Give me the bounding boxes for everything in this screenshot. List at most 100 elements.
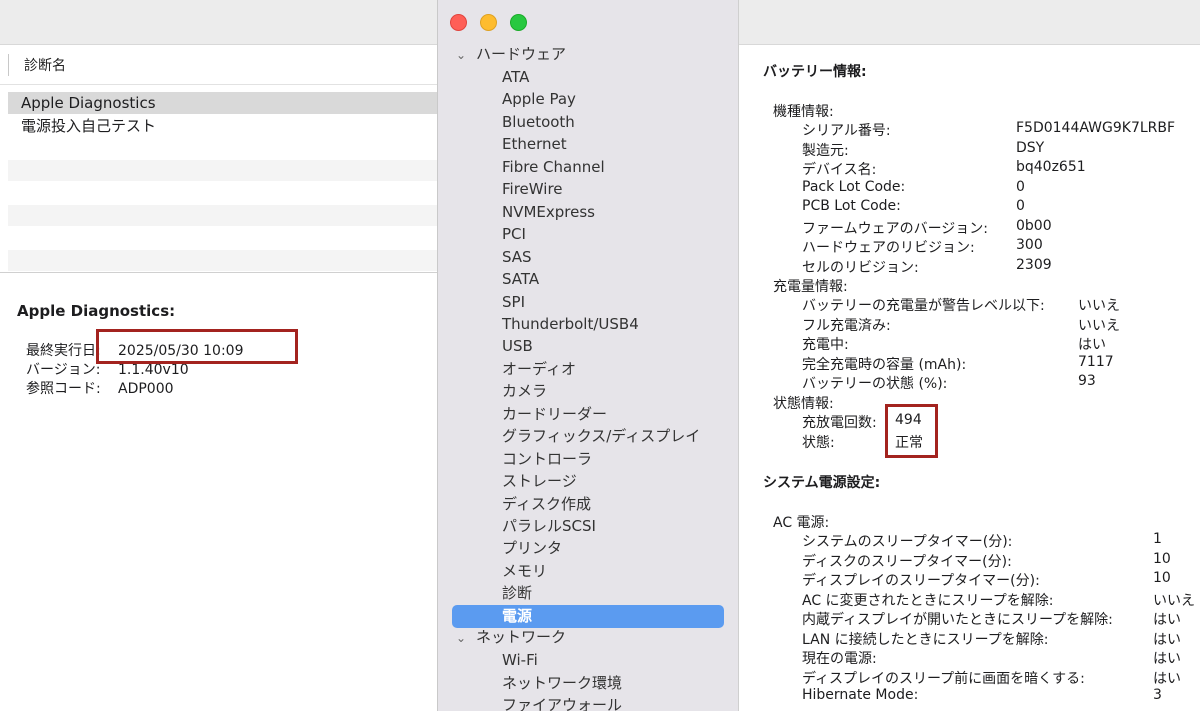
info-key: バッテリーの状態 (%): [802, 376, 948, 392]
info-key: 状態: [802, 434, 835, 451]
info-key: 充放電回数: [802, 415, 877, 431]
sidebar-item[interactable]: NVMExpress [502, 201, 595, 223]
info-value: 3 [1153, 687, 1162, 703]
section-title-power-settings: システム電源設定: [763, 475, 881, 491]
sidebar-item[interactable]: 電源 [452, 604, 724, 628]
info-key: ディスプレイのスリープタイマー(分): [802, 573, 1040, 589]
info-key: 充電中: [802, 337, 849, 353]
info-value: いいえ [1078, 298, 1120, 314]
info-value: F5D0144AWG9K7LRBF [1016, 120, 1176, 136]
sidebar-item[interactable]: ストレージ [502, 470, 577, 492]
sidebar-item[interactable]: PCI [502, 223, 526, 245]
info-key: AC に変更されたときにスリープを解除: [802, 592, 1054, 609]
diagnostic-row-power-on-self-test[interactable]: 電源投入自己テスト [8, 115, 437, 137]
sidebar-item[interactable]: Apple Pay [502, 88, 576, 110]
info-value: 0 [1016, 198, 1025, 214]
detail-label: バージョン: [26, 362, 101, 378]
sidebar-item[interactable]: ファイアウォール [502, 694, 622, 711]
sidebar-item[interactable]: USB [502, 335, 533, 357]
info-value: いいえ [1078, 317, 1120, 334]
close-window-button[interactable] [450, 14, 467, 31]
info-key: LAN に接続したときにスリープを解除: [802, 631, 1049, 648]
info-key: デバイス名: [802, 162, 877, 178]
sidebar-item[interactable]: Thunderbolt/USB4 [502, 313, 639, 335]
detail-row-reference-code: 参照コード: ADP000 [26, 380, 174, 399]
zoom-window-button[interactable] [510, 14, 527, 31]
group-label-ac-power: AC 電源: [773, 515, 830, 531]
sidebar-item[interactable]: オーディオ [502, 358, 576, 380]
detail-label: 最終実行日: [26, 343, 101, 359]
info-value: bq40z651 [1016, 159, 1086, 175]
sidebar-item[interactable]: カードリーダー [502, 403, 607, 425]
detail-content: バッテリー情報: 機種情報: シリアル番号: F5D0144AWG9K7LRBF 製造… [739, 0, 1200, 711]
sidebar-item[interactable]: ネットワーク環境 [502, 672, 622, 694]
chevron-down-icon[interactable]: ⌄ [456, 627, 468, 649]
sidebar-item[interactable]: ATA [502, 66, 529, 88]
highlight-box-last-run [96, 329, 298, 364]
info-key: ファームウェアのバージョン: [802, 220, 989, 237]
info-key: シリアル番号: [802, 123, 891, 139]
info-key: ハードウェアのリビジョン: [802, 240, 975, 256]
column-header-diagnostic-name[interactable]: 診断名 [24, 55, 66, 75]
info-value: DSY [1016, 139, 1045, 156]
info-key: Hibernate Mode: [802, 687, 919, 703]
info-key: フル充電済み: [802, 317, 891, 334]
group-label-model: 機種情報: [773, 104, 834, 120]
group-label-charge: 充電量情報: [773, 279, 848, 295]
highlight-box-battery-status [885, 404, 938, 458]
sidebar-item[interactable]: コントローラ [502, 448, 592, 470]
info-value: 10 [1153, 550, 1171, 567]
info-key: バッテリーの充電量が警告レベル以下: [802, 298, 1045, 314]
sidebar-item[interactable]: パラレルSCSI [502, 515, 596, 537]
info-value: 0 [1016, 178, 1025, 195]
info-value: いいえ [1153, 592, 1195, 609]
sidebar-item[interactable]: カメラ [502, 380, 547, 402]
detail-label: 参照コード: [26, 381, 101, 397]
info-value: はい [1153, 612, 1181, 628]
info-value: 2309 [1016, 256, 1052, 273]
table-row-empty [8, 160, 437, 181]
sidebar-item[interactable]: 診断 [502, 582, 532, 604]
column-separator [8, 54, 9, 76]
sidebar-item[interactable]: グラフィックス/ディスプレイ [502, 425, 700, 447]
section-title-battery: バッテリー情報: [763, 64, 867, 80]
info-key: ディスクのスリープタイマー(分): [802, 553, 1012, 570]
info-key: セルのリビジョン: [802, 259, 919, 276]
sidebar-item[interactable]: SPI [502, 291, 525, 313]
info-value: 7117 [1078, 353, 1114, 370]
sidebar-item[interactable]: Ethernet [502, 133, 567, 155]
sidebar-item[interactable]: ディスク作成 [502, 493, 591, 515]
info-value: はい [1153, 651, 1181, 667]
sidebar-group-label: ハードウェア [476, 45, 567, 63]
sidebar-item[interactable]: FireWire [502, 178, 563, 200]
detail-title: Apple Diagnostics: [17, 302, 176, 320]
info-value: はい [1153, 670, 1181, 687]
header-divider [0, 84, 437, 85]
info-key: ディスプレイのスリープ前に画面を暗くする: [802, 670, 1085, 687]
sidebar-item[interactable]: プリンタ [502, 537, 562, 559]
split-divider[interactable] [0, 272, 437, 273]
sidebar-group-network[interactable]: ⌄ ネットワーク [456, 626, 566, 649]
info-key: システムのスリープタイマー(分): [802, 534, 1013, 550]
detail-value: ADP000 [118, 381, 174, 397]
info-key: 製造元: [802, 142, 849, 159]
content-toolbar [739, 0, 1200, 45]
sidebar-item[interactable]: SAS [502, 246, 532, 268]
info-value: 1 [1153, 531, 1162, 547]
sidebar-item[interactable]: メモリ [502, 560, 547, 582]
group-label-status: 状態情報: [773, 396, 834, 412]
info-value: 93 [1078, 373, 1096, 389]
sidebar-item[interactable]: Fibre Channel [502, 156, 605, 178]
chevron-down-icon[interactable]: ⌄ [456, 44, 468, 66]
diagnostic-row-apple-diagnostics[interactable]: Apple Diagnostics [8, 92, 437, 114]
minimize-window-button[interactable] [480, 14, 497, 31]
info-key: Pack Lot Code: [802, 178, 906, 195]
sidebar-item[interactable]: Bluetooth [502, 111, 575, 133]
sidebar-item[interactable]: Wi-Fi [502, 649, 538, 671]
info-value: 300 [1016, 237, 1043, 253]
table-row-empty [8, 205, 437, 226]
sidebar-group-hardware[interactable]: ⌄ ハードウェア [456, 43, 566, 66]
sidebar-item[interactable]: SATA [502, 268, 539, 290]
detail-row-version: バージョン: 1.1.40v10 [26, 361, 189, 380]
detail-row-last-run: 最終実行日: 2025/05/30 10:09 [26, 342, 244, 361]
